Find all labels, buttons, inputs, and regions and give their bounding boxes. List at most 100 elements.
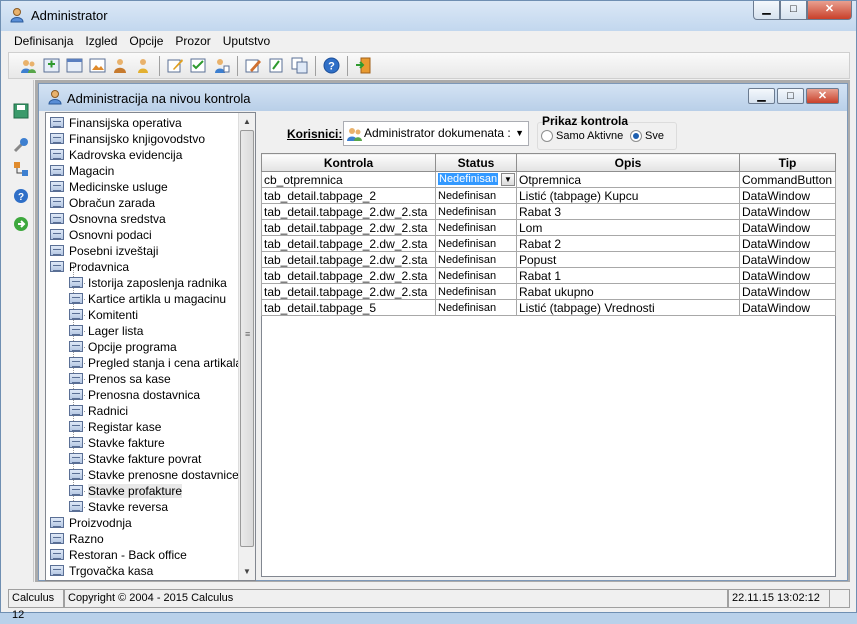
scroll-down-icon[interactable]: ▼ bbox=[239, 563, 255, 580]
menu-uputstvo[interactable]: Uputstvo bbox=[217, 31, 276, 51]
status-cell[interactable]: Nedefinisan bbox=[435, 267, 517, 284]
status-cell[interactable]: Nedefinisan bbox=[435, 219, 517, 236]
report-icon[interactable] bbox=[267, 56, 286, 75]
tree-item[interactable]: Razno bbox=[50, 531, 104, 547]
tree-item[interactable]: Trgovačka kasa bbox=[50, 563, 153, 579]
opis-cell[interactable]: Rabat 1 bbox=[516, 267, 740, 284]
network-icon[interactable] bbox=[12, 160, 30, 178]
tree-item[interactable]: Obračun zarada bbox=[50, 195, 155, 211]
add-icon[interactable] bbox=[42, 56, 61, 75]
minimize-button[interactable]: ▁ bbox=[753, 1, 780, 20]
tree-child-item[interactable]: Stavke prenosne dostavnice bbox=[69, 467, 239, 483]
status-selected-value[interactable]: Nedefinisan bbox=[438, 173, 498, 185]
korisnici-dropdown[interactable]: Administrator dokumenata : ▼ bbox=[343, 121, 529, 146]
kontrola-cell[interactable]: tab_detail.tabpage_2.dw_2.sta bbox=[261, 219, 436, 236]
tree-item[interactable]: Posebni izveštaji bbox=[50, 243, 158, 259]
tree-child-item[interactable]: Kartice artikla u magacinu bbox=[69, 291, 226, 307]
tree-child-item[interactable]: Lager lista bbox=[69, 323, 143, 339]
tip-cell[interactable]: DataWindow bbox=[739, 235, 836, 252]
image-icon[interactable] bbox=[88, 56, 107, 75]
copy-icon[interactable] bbox=[290, 56, 309, 75]
tree-item[interactable]: Proizvodnja bbox=[50, 515, 132, 531]
tip-cell[interactable]: DataWindow bbox=[739, 251, 836, 268]
resize-grip[interactable] bbox=[830, 589, 850, 608]
tree-child-item[interactable]: Radnici bbox=[69, 403, 128, 419]
chevron-down-icon[interactable]: ▼ bbox=[501, 173, 515, 186]
menu-opcije[interactable]: Opcije bbox=[123, 31, 169, 51]
tree-child-item[interactable]: Komitenti bbox=[69, 307, 138, 323]
tip-cell[interactable]: DataWindow bbox=[739, 203, 836, 220]
status-cell[interactable]: Nedefinisan bbox=[435, 299, 517, 316]
table-row[interactable]: tab_detail.tabpage_2.dw_2.sta Nedefinisan… bbox=[261, 235, 836, 252]
kontrola-cell[interactable]: tab_detail.tabpage_2.dw_2.sta bbox=[261, 267, 436, 284]
kontrola-cell[interactable]: tab_detail.tabpage_2 bbox=[261, 187, 436, 204]
kontrola-cell[interactable]: cb_otpremnica bbox=[261, 171, 436, 188]
users-icon[interactable] bbox=[19, 56, 38, 75]
tree-child-item[interactable]: Stavke reversa bbox=[69, 499, 168, 515]
tree-item[interactable]: Kadrovska evidencija bbox=[50, 147, 182, 163]
window-icon[interactable] bbox=[65, 56, 84, 75]
pencil-icon[interactable] bbox=[244, 56, 263, 75]
tree-child-item[interactable]: Pregled stanja i cena artikala bbox=[69, 355, 242, 371]
child-close-button[interactable]: ✕ bbox=[806, 88, 839, 104]
kontrola-cell[interactable]: tab_detail.tabpage_2.dw_2.sta bbox=[261, 203, 436, 220]
tree-item[interactable]: Restoran - Back office bbox=[50, 547, 187, 563]
kontrola-cell[interactable]: tab_detail.tabpage_5 bbox=[261, 299, 436, 316]
table-row[interactable]: tab_detail.tabpage_2.dw_2.sta Nedefinisan… bbox=[261, 267, 836, 284]
tree-child-item[interactable]: Stavke fakture bbox=[69, 435, 165, 451]
tree-child-item[interactable]: Registar kase bbox=[69, 419, 161, 435]
checklist-icon[interactable] bbox=[189, 56, 208, 75]
table-row[interactable]: tab_detail.tabpage_2.dw_2.sta Nedefinisan… bbox=[261, 251, 836, 268]
table-row[interactable]: tab_detail.tabpage_2.dw_2.sta Nedefinisan… bbox=[261, 219, 836, 236]
tree-item[interactable]: Osnovni podaci bbox=[50, 227, 152, 243]
status-cell[interactable]: Nedefinisan bbox=[435, 251, 517, 268]
tree-item[interactable]: Finansijska operativa bbox=[50, 115, 182, 131]
tip-cell[interactable]: DataWindow bbox=[739, 267, 836, 284]
scroll-thumb[interactable]: ≡ bbox=[240, 130, 254, 547]
opis-cell[interactable]: Popust bbox=[516, 251, 740, 268]
status-cell[interactable]: Nedefinisan bbox=[435, 283, 517, 300]
user-icon[interactable] bbox=[134, 56, 153, 75]
opis-cell[interactable]: Rabat ukupno bbox=[516, 283, 740, 300]
tree-child-item[interactable]: Prenos sa kase bbox=[69, 371, 171, 387]
tree-item[interactable]: Medicinske usluge bbox=[50, 179, 168, 195]
status-cell[interactable]: Nedefinisan bbox=[435, 203, 517, 220]
opis-cell[interactable]: Listić (tabpage) Kupcu bbox=[516, 187, 740, 204]
opis-cell[interactable]: Rabat 3 bbox=[516, 203, 740, 220]
opis-cell[interactable]: Rabat 2 bbox=[516, 235, 740, 252]
tree-item[interactable]: Magacin bbox=[50, 163, 114, 179]
kontrola-cell[interactable]: tab_detail.tabpage_2.dw_2.sta bbox=[261, 251, 436, 268]
table-row[interactable]: tab_detail.tabpage_2.dw_2.sta Nedefinisan… bbox=[261, 203, 836, 220]
column-header-opis[interactable]: Opis bbox=[516, 153, 740, 172]
table-row[interactable]: tab_detail.tabpage_2.dw_2.sta Nedefinisan… bbox=[261, 283, 836, 300]
tools-icon[interactable] bbox=[12, 136, 30, 154]
opis-cell[interactable]: Lom bbox=[516, 219, 740, 236]
edit-icon[interactable] bbox=[166, 56, 185, 75]
tip-cell[interactable]: CommandButton bbox=[739, 171, 836, 188]
save-icon[interactable] bbox=[12, 102, 30, 120]
table-row[interactable]: cb_otpremnica Nedefinisan ▼ Otpremnica Comma… bbox=[261, 171, 836, 188]
kontrola-cell[interactable]: tab_detail.tabpage_2.dw_2.sta bbox=[261, 283, 436, 300]
tree-item[interactable]: Osnovna sredstva bbox=[50, 211, 166, 227]
column-header-status[interactable]: Status bbox=[435, 153, 517, 172]
tree-item[interactable]: Finansijsko knjigovodstvo bbox=[50, 131, 205, 147]
column-header-kontrola[interactable]: Kontrola bbox=[261, 153, 436, 172]
menu-prozor[interactable]: Prozor bbox=[169, 31, 216, 51]
opis-cell[interactable]: Otpremnica bbox=[516, 171, 740, 188]
status-cell[interactable]: Nedefinisan bbox=[435, 235, 517, 252]
module-tree[interactable]: Finansijska operativa Finansijsko knjigov… bbox=[45, 112, 256, 581]
tree-item[interactable]: Prodavnica bbox=[50, 259, 129, 275]
tree-child-item[interactable]: Prenosna dostavnica bbox=[69, 387, 200, 403]
tip-cell[interactable]: DataWindow bbox=[739, 283, 836, 300]
group-icon[interactable] bbox=[111, 56, 130, 75]
exit-icon[interactable] bbox=[354, 56, 373, 75]
table-row[interactable]: tab_detail.tabpage_2 Nedefinisan Listić (t… bbox=[261, 187, 836, 204]
child-minimize-button[interactable]: ▁ bbox=[748, 88, 775, 104]
close-button[interactable]: ✕ bbox=[807, 1, 852, 20]
menu-izgled[interactable]: Izgled bbox=[79, 31, 123, 51]
status-cell[interactable]: Nedefinisan bbox=[435, 187, 517, 204]
forward-icon[interactable] bbox=[12, 215, 30, 233]
tree-scrollbar[interactable]: ▲ ≡ ▼ bbox=[238, 113, 255, 580]
tree-child-item[interactable]: Stavke profakture bbox=[69, 483, 183, 499]
help-icon[interactable]: ? bbox=[12, 187, 30, 205]
